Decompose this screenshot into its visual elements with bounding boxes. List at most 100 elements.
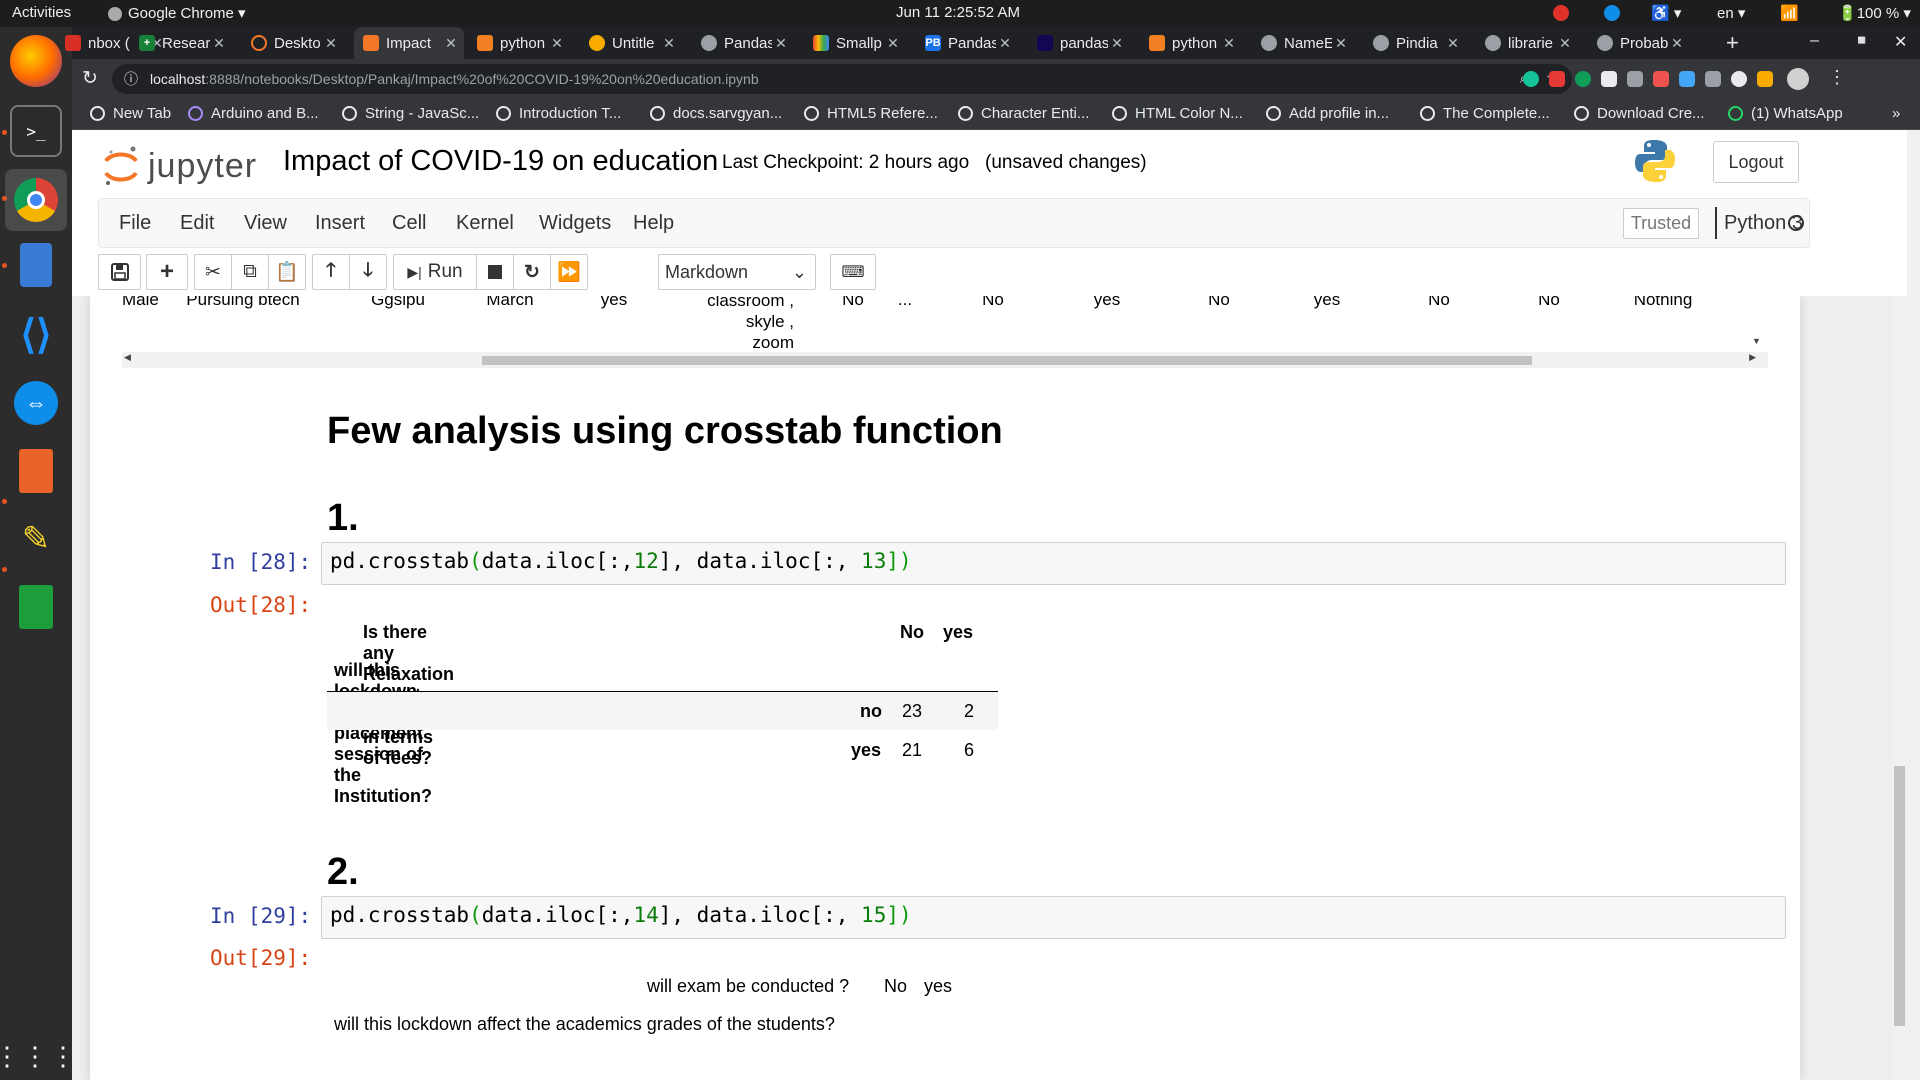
extension-icon[interactable]	[1627, 71, 1643, 87]
tab[interactable]: python ✕	[468, 27, 570, 59]
bookmark-item[interactable]: HTML Color N...	[1112, 105, 1243, 122]
bookmark-item[interactable]: HTML5 Refere...	[804, 105, 938, 122]
pdf-ext-icon[interactable]	[1549, 71, 1565, 87]
address-bar[interactable]: ⓘ localhost:8888/notebooks/Desktop/Panka…	[112, 64, 1572, 94]
bookmark-item[interactable]: New Tab	[90, 105, 171, 122]
minimize-button[interactable]: –	[1810, 32, 1819, 50]
cell-type-select[interactable]: Markdown ⌄	[658, 254, 816, 290]
tab[interactable]: pandas ✕	[1028, 27, 1130, 59]
files-icon[interactable]	[10, 239, 62, 291]
tab[interactable]: python ✕	[1140, 27, 1242, 59]
move-down-button[interactable]: 🡓	[349, 254, 387, 290]
scroll-right-arrow[interactable]: ▶	[1749, 352, 1756, 363]
terminal-icon[interactable]: >_	[10, 105, 62, 157]
close-icon[interactable]: ✕	[1332, 35, 1350, 52]
bookmark-item[interactable]: The Complete...	[1420, 105, 1550, 122]
menu-widgets[interactable]: Widgets	[539, 212, 611, 235]
new-tab-button[interactable]: +	[1726, 30, 1739, 56]
chrome-dock-icon[interactable]	[5, 169, 67, 231]
bookmark-item[interactable]: Add profile in...	[1266, 105, 1389, 122]
close-window-button[interactable]: ✕	[1894, 32, 1907, 52]
teamviewer-tray-icon[interactable]	[1604, 5, 1620, 25]
bookmark-item[interactable]: (1) WhatsApp	[1728, 105, 1843, 122]
close-icon[interactable]: ✕	[548, 35, 566, 52]
run-button[interactable]: ▶| Run	[393, 254, 477, 290]
impress-icon[interactable]	[10, 445, 62, 497]
menu-edit[interactable]: Edit	[180, 212, 214, 235]
menu-help[interactable]: Help	[633, 212, 674, 235]
save-button[interactable]	[98, 254, 141, 290]
bookmark-item[interactable]: Arduino and B...	[188, 105, 319, 122]
tab[interactable]: + Researc✕	[130, 27, 232, 59]
close-icon[interactable]: ✕	[1556, 35, 1574, 52]
notebook-vertical-scrollbar[interactable]	[1892, 296, 1907, 1080]
tab[interactable]: librarie ✕	[1476, 27, 1578, 59]
menu-kebab-icon[interactable]: ⋮	[1828, 67, 1846, 88]
code-cell-input[interactable]: pd.crosstab(data.iloc[:,12], data.iloc[:…	[321, 542, 1786, 585]
close-icon[interactable]: ✕	[772, 35, 790, 52]
insert-cell-button[interactable]: +	[146, 254, 188, 290]
reload-icon[interactable]: ↻	[82, 67, 98, 90]
calc-icon[interactable]	[10, 581, 62, 633]
menu-insert[interactable]: Insert	[315, 212, 365, 235]
firefox-icon[interactable]	[10, 35, 62, 87]
language-indicator[interactable]: en ▾	[1717, 4, 1745, 22]
extension-icon[interactable]	[1731, 71, 1747, 87]
interrupt-button[interactable]	[476, 254, 514, 290]
close-icon[interactable]: ✕	[1668, 35, 1686, 52]
text-editor-icon[interactable]: ✎	[10, 513, 62, 565]
paste-button[interactable]: 📋	[268, 254, 306, 290]
close-icon[interactable]: ✕	[442, 35, 460, 52]
tab[interactable]: Pindia ✕	[1364, 27, 1466, 59]
horizontal-scrollbar[interactable]: ◀ ▶	[122, 352, 1768, 368]
block-icon[interactable]	[1553, 5, 1569, 25]
menu-cell[interactable]: Cell	[392, 212, 426, 235]
close-icon[interactable]: ✕	[1444, 35, 1462, 52]
extension-icon[interactable]	[1575, 71, 1591, 87]
notebook-scroll-area[interactable]: Male Pursuing btech Ggsipu March yes cla…	[72, 296, 1907, 1080]
page-vertical-scrollbar[interactable]	[1907, 130, 1920, 1080]
tab[interactable]: PB Pandas ✕	[916, 27, 1018, 59]
close-icon[interactable]: ✕	[1220, 35, 1238, 52]
tab-active[interactable]: Impact ✕	[354, 27, 464, 59]
restart-button[interactable]: ↻	[513, 254, 551, 290]
tab[interactable]: Smallp ✕	[804, 27, 906, 59]
tab[interactable]: Deskto ✕	[242, 27, 344, 59]
show-applications-icon[interactable]: ⋮⋮⋮	[0, 1030, 76, 1080]
copy-button[interactable]: ⧉	[231, 254, 269, 290]
maximize-button[interactable]: ◽	[1853, 32, 1870, 49]
bookmark-item[interactable]: String - JavaSc...	[342, 105, 479, 122]
close-icon[interactable]: ✕	[1108, 35, 1126, 52]
info-icon[interactable]: ⓘ	[124, 64, 138, 94]
tab[interactable]: Untitle ✕	[580, 27, 682, 59]
scrollbar-thumb[interactable]	[482, 356, 1532, 365]
app-menu[interactable]: Google Chrome ▾	[108, 4, 246, 22]
move-up-button[interactable]: 🡑	[312, 254, 350, 290]
extension-icon[interactable]	[1757, 71, 1773, 87]
accessibility-icon[interactable]: ♿ ▾	[1651, 4, 1681, 22]
vscode-icon[interactable]: ⟨⟩	[10, 309, 62, 361]
activities-button[interactable]: Activities	[12, 4, 71, 21]
trusted-indicator[interactable]: Trusted	[1623, 208, 1699, 239]
close-icon[interactable]: ✕	[210, 35, 228, 52]
close-icon[interactable]: ✕	[884, 35, 902, 52]
close-icon[interactable]: ✕	[996, 35, 1014, 52]
jupyter-logo[interactable]: jupyter	[102, 142, 257, 190]
bookmark-item[interactable]: docs.sarvgyan...	[650, 105, 782, 122]
cut-button[interactable]: ✂	[194, 254, 232, 290]
command-palette-button[interactable]: ⌨	[830, 254, 876, 290]
bookmark-item[interactable]: Download Cre...	[1574, 105, 1705, 122]
scroll-down-arrow[interactable]: ▼	[1752, 336, 1761, 346]
tab[interactable]: NameE ✕	[1252, 27, 1354, 59]
battery-indicator[interactable]: 🔋100 % ▾	[1838, 4, 1911, 22]
menu-file[interactable]: File	[119, 212, 151, 235]
extension-icon[interactable]	[1653, 71, 1669, 87]
notebook-title[interactable]: Impact of COVID-19 on education	[283, 145, 718, 178]
bookmark-item[interactable]: Character Enti...	[958, 105, 1089, 122]
clock[interactable]: Jun 11 2:25:52 AM	[896, 4, 1020, 21]
scroll-left-arrow[interactable]: ◀	[124, 352, 131, 363]
close-icon[interactable]: ✕	[660, 35, 678, 52]
bookmark-item[interactable]: Introduction T...	[496, 105, 621, 122]
tab[interactable]: Probab ✕	[1588, 27, 1690, 59]
avatar[interactable]	[1787, 68, 1809, 90]
